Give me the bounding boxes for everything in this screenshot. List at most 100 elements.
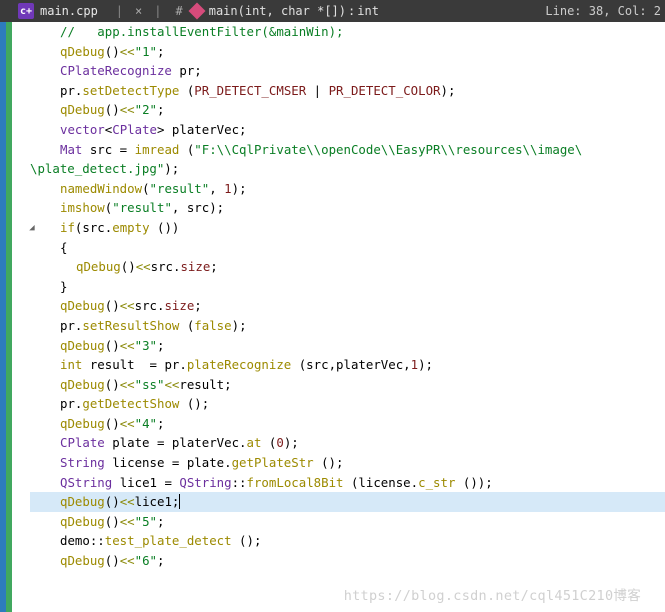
code-token: Mat — [60, 142, 90, 157]
code-token: namedWindow — [60, 181, 142, 196]
code-token: () — [105, 44, 120, 59]
code-token: (); — [179, 396, 209, 411]
code-line[interactable]: Mat src = imread ("F:\\CqlPrivate\\openC… — [30, 140, 665, 160]
code-line[interactable]: int result = pr.plateRecognize (src,plat… — [30, 355, 665, 375]
code-editor[interactable]: // app.installEventFilter(&mainWin);qDeb… — [0, 22, 665, 612]
code-line[interactable]: String license = plate.getPlateStr (); — [30, 453, 665, 473]
code-token: PR_DETECT_CMSER — [194, 83, 306, 98]
code-token: ( — [179, 142, 194, 157]
code-line[interactable]: qDebug()<<"6"; — [30, 551, 665, 571]
code-token: << — [120, 338, 135, 353]
fold-gutter[interactable] — [12, 22, 26, 612]
code-line[interactable]: if(src.empty ()) — [30, 218, 665, 238]
title-bar: c+ main.cpp | × | # main(int, char *[]) … — [0, 0, 665, 22]
code-token: at — [247, 435, 262, 450]
fold-indicator-icon[interactable]: ◢ — [27, 223, 37, 233]
code-line[interactable]: CPlate plate = platerVec.at (0); — [30, 433, 665, 453]
code-line[interactable]: qDebug()<<lice1; — [30, 492, 665, 512]
code-token: (src. — [75, 220, 112, 235]
code-token: setResultShow — [82, 318, 179, 333]
text-cursor — [179, 494, 180, 509]
code-line[interactable]: vector<CPlate> platerVec; — [30, 120, 665, 140]
code-token: } — [60, 279, 67, 294]
code-line[interactable]: qDebug()<<"4"; — [30, 414, 665, 434]
code-token: "3" — [135, 338, 157, 353]
code-token: String — [60, 455, 112, 470]
code-line[interactable]: namedWindow("result", 1); — [30, 179, 665, 199]
code-token: ; — [210, 259, 217, 274]
tab-separator-2: | — [154, 4, 161, 18]
code-line[interactable]: imshow("result", src); — [30, 198, 665, 218]
code-token: QString — [60, 475, 120, 490]
code-token: ( — [142, 181, 149, 196]
code-line[interactable]: qDebug()<<"2"; — [30, 100, 665, 120]
code-token: "result" — [112, 200, 172, 215]
code-token: qDebug — [60, 416, 105, 431]
code-token: "6" — [135, 553, 157, 568]
code-token: ()); — [455, 475, 492, 490]
code-line[interactable]: pr.setDetectType (PR_DETECT_CMSER | PR_D… — [30, 81, 665, 101]
tab-separator: | — [116, 4, 123, 18]
code-line[interactable]: qDebug()<<"ss"<<result; — [30, 375, 665, 395]
nav-function[interactable]: main(int, char *[]) — [209, 4, 346, 18]
code-token: int — [60, 357, 82, 372]
code-token: () — [121, 259, 136, 274]
code-token: << — [164, 377, 179, 392]
code-token: ); — [232, 181, 247, 196]
code-token: lice1; — [135, 494, 180, 509]
code-line[interactable]: { — [30, 238, 665, 258]
code-line[interactable]: \plate_detect.jpg"); — [30, 159, 665, 179]
code-token: () — [105, 553, 120, 568]
code-token: ); — [441, 83, 456, 98]
cpp-file-icon: c+ — [18, 3, 34, 19]
code-token: plateRecognize — [187, 357, 291, 372]
code-line[interactable]: CPlateRecognize pr; — [30, 61, 665, 81]
code-token: result = pr. — [82, 357, 186, 372]
code-line[interactable]: qDebug()<<src.size; — [30, 296, 665, 316]
code-token: false — [194, 318, 231, 333]
code-token: "4" — [135, 416, 157, 431]
code-line[interactable]: pr.getDetectShow (); — [30, 394, 665, 414]
code-token: vector — [60, 122, 105, 137]
code-line[interactable]: QString lice1 = QString::fromLocal8Bit (… — [30, 473, 665, 493]
cursor-position: Line: 38, Col: 2 — [545, 4, 661, 18]
code-line[interactable]: } — [30, 277, 665, 297]
code-token: test_plate_detect — [105, 533, 232, 548]
code-token: << — [120, 44, 135, 59]
code-token: pr. — [60, 318, 82, 333]
code-token: ; — [157, 514, 164, 529]
code-token: qDebug — [60, 377, 105, 392]
code-token: pr. — [60, 396, 82, 411]
code-token: c_str — [418, 475, 455, 490]
code-token: fromLocal8Bit — [247, 475, 344, 490]
code-token: , src); — [172, 200, 224, 215]
code-line[interactable]: qDebug()<<"3"; — [30, 336, 665, 356]
code-line[interactable]: qDebug()<<src.size; — [30, 257, 665, 277]
code-token: size — [164, 298, 194, 313]
close-icon[interactable]: × — [135, 4, 142, 18]
code-area[interactable]: // app.installEventFilter(&mainWin);qDeb… — [26, 22, 665, 612]
code-token: src = — [90, 142, 135, 157]
code-token: << — [120, 298, 135, 313]
code-token: "result" — [150, 181, 210, 196]
file-name[interactable]: main.cpp — [40, 4, 98, 18]
code-token: () — [105, 102, 120, 117]
code-token: "5" — [135, 514, 157, 529]
code-token: qDebug — [60, 298, 105, 313]
pin-icon[interactable] — [188, 3, 205, 20]
code-line[interactable]: demo::test_plate_detect (); — [30, 531, 665, 551]
code-token: (license. — [344, 475, 419, 490]
code-line[interactable]: qDebug()<<"5"; — [30, 512, 665, 532]
code-token: (); — [314, 455, 344, 470]
code-line[interactable]: pr.setResultShow (false); — [30, 316, 665, 336]
code-token: > platerVec; — [157, 122, 247, 137]
code-token: demo:: — [60, 533, 105, 548]
code-line[interactable]: qDebug()<<"1"; — [30, 42, 665, 62]
nav-hash-icon[interactable]: # — [176, 4, 183, 18]
code-token: "F:\\CqlPrivate\\openCode\\EasyPR\\resou… — [194, 142, 582, 157]
code-token: ; — [194, 298, 201, 313]
code-line[interactable]: // app.installEventFilter(&mainWin); — [30, 22, 665, 42]
code-token: if — [60, 220, 75, 235]
code-token: qDebug — [60, 44, 105, 59]
code-token: << — [120, 494, 135, 509]
